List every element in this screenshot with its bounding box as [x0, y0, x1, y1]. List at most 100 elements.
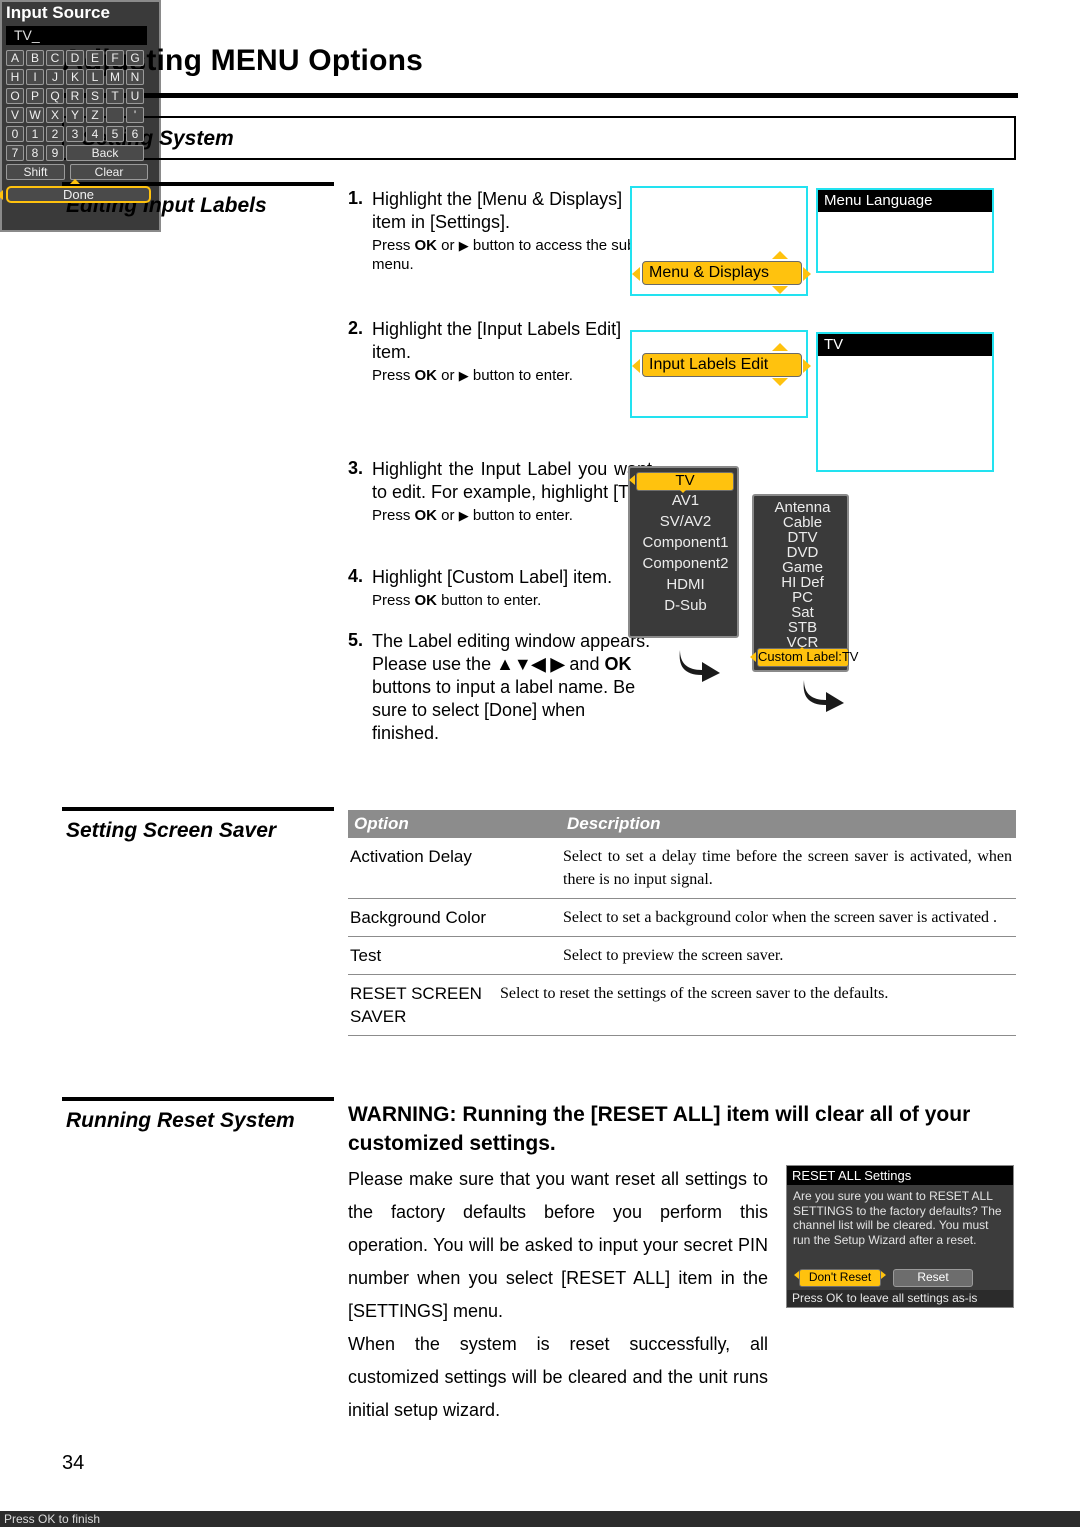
- input-list-item[interactable]: D-Sub: [630, 597, 741, 614]
- key-v[interactable]: V: [6, 107, 24, 123]
- key-e[interactable]: E: [86, 50, 104, 66]
- osd-input-labels-screen: Input Labels Edit: [630, 330, 811, 418]
- osd-tv-screen: TV: [816, 332, 994, 472]
- reset-button[interactable]: Reset: [893, 1269, 973, 1287]
- flow-arrow-icon: [679, 650, 720, 682]
- key-u[interactable]: U: [126, 88, 144, 104]
- key-r[interactable]: R: [66, 88, 84, 104]
- key-apostrophe[interactable]: ': [126, 107, 144, 123]
- key-0[interactable]: 0: [6, 126, 24, 142]
- key-g[interactable]: G: [126, 50, 144, 66]
- section-title-box: Setting System: [62, 116, 1016, 160]
- key-t[interactable]: T: [106, 88, 124, 104]
- key-7[interactable]: 7: [6, 145, 24, 161]
- key-back[interactable]: Back: [66, 145, 144, 161]
- key-o[interactable]: O: [6, 88, 24, 104]
- heading-text: Setting Screen Saver: [66, 819, 277, 842]
- key-5[interactable]: 5: [106, 126, 124, 142]
- key-m[interactable]: M: [106, 69, 124, 85]
- key-i[interactable]: I: [26, 69, 44, 85]
- left-arrow-icon: [632, 359, 640, 373]
- key-k[interactable]: K: [66, 69, 84, 85]
- key-h[interactable]: H: [6, 69, 24, 85]
- dialog-title: RESET ALL Settings: [787, 1166, 1013, 1185]
- input-list-item[interactable]: AV1: [630, 492, 741, 509]
- osd-title-menu-language: Menu Language: [818, 190, 992, 212]
- input-list-item[interactable]: SV/AV2: [630, 513, 741, 530]
- step-note: Press OK button to enter.: [372, 591, 652, 610]
- manual-page: Adjusting MENU Options Setting System Ed…: [0, 0, 1080, 1527]
- step-instruction: Highlight [Custom Label] item.: [372, 567, 613, 587]
- osd-highlight-input-labels-edit[interactable]: Input Labels Edit: [642, 353, 802, 377]
- left-arrow-icon: [750, 652, 756, 662]
- input-list-item[interactable]: Component1: [630, 534, 741, 551]
- left-arrow-icon: [629, 475, 635, 485]
- key-l[interactable]: L: [86, 69, 104, 85]
- step-number: 4.: [348, 566, 364, 586]
- key-b[interactable]: B: [26, 50, 44, 66]
- dialog-button-row: Don't Reset Reset: [794, 1269, 1009, 1287]
- note-prefix: Press: [372, 367, 415, 384]
- screen-saver-options-table: Option Description Activation Delay Sele…: [348, 810, 1016, 1036]
- keyboard-row: A B C D E F G: [6, 50, 144, 66]
- dialog-message: Are you sure you want to RESET ALL SETTI…: [793, 1189, 1002, 1247]
- key-c[interactable]: C: [46, 50, 64, 66]
- right-arrow-icon: ▶: [458, 368, 469, 383]
- note-prefix: Press: [372, 592, 415, 609]
- dont-reset-button[interactable]: Don't Reset: [799, 1269, 881, 1287]
- ok-key-label: OK: [414, 367, 438, 384]
- key-f[interactable]: F: [106, 50, 124, 66]
- osd-highlight-menu-displays[interactable]: Menu & Displays: [642, 261, 802, 285]
- key-6[interactable]: 6: [126, 126, 144, 142]
- key-1[interactable]: 1: [26, 126, 44, 142]
- column-header-description: Description: [567, 814, 661, 833]
- input-list-item[interactable]: Component2: [630, 555, 741, 572]
- input-list-item[interactable]: HDMI: [630, 576, 741, 593]
- warning-prefix: WARNING: Running: [348, 1103, 554, 1126]
- key-done[interactable]: Done: [6, 186, 151, 203]
- key-s[interactable]: S: [86, 88, 104, 104]
- cell-option: Activation Delay: [350, 847, 472, 866]
- table-header-row: Option Description: [348, 810, 1016, 838]
- step-note: Press OK or ▶ button to access the sub-m…: [372, 236, 652, 274]
- osd-title-tv: TV: [818, 334, 992, 356]
- key-2[interactable]: 2: [46, 126, 64, 142]
- key-j[interactable]: J: [46, 69, 64, 85]
- key-d[interactable]: D: [66, 50, 84, 66]
- key-z[interactable]: Z: [86, 107, 104, 123]
- key-3[interactable]: 3: [66, 126, 84, 142]
- reset-paragraph: Please make sure that you want reset all…: [348, 1169, 768, 1321]
- cell-description: Select to reset the settings of the scre…: [500, 985, 889, 1002]
- key-n[interactable]: N: [126, 69, 144, 85]
- table-row: RESET SCREEN SAVER Select to reset the s…: [348, 975, 1016, 1036]
- down-arrow-icon: [772, 286, 788, 294]
- cell-description: Select to set a background color when th…: [563, 909, 998, 926]
- step-number: 5.: [348, 630, 364, 650]
- key-w[interactable]: W: [26, 107, 44, 123]
- keyboard-text-field[interactable]: TV_: [6, 26, 147, 45]
- key-shift[interactable]: Shift: [6, 164, 65, 180]
- flow-arrow-icon: [803, 680, 844, 712]
- key-8[interactable]: 8: [26, 145, 44, 161]
- key-q[interactable]: Q: [46, 88, 64, 104]
- keyboard-row: O P Q R S T U: [6, 88, 144, 104]
- right-arrow-icon: [803, 359, 811, 373]
- cell-option: RESET SCREEN SAVER: [350, 984, 482, 1026]
- step-instruction: The Label editing window appears. Please…: [372, 630, 652, 745]
- key-x[interactable]: X: [46, 107, 64, 123]
- key-a[interactable]: A: [6, 50, 24, 66]
- left-arrow-icon: [794, 1271, 799, 1279]
- key-9[interactable]: 9: [46, 145, 64, 161]
- reset-paragraph: When the system is reset successfully, a…: [348, 1334, 768, 1420]
- key-clear[interactable]: Clear: [70, 164, 148, 180]
- osd-input-list: TV AV1 SV/AV2 Component1 Component2 HDMI…: [628, 466, 739, 638]
- key-space[interactable]: [106, 107, 124, 123]
- note-suffix: button to enter.: [468, 507, 573, 524]
- key-p[interactable]: P: [26, 88, 44, 104]
- key-4[interactable]: 4: [86, 126, 104, 142]
- note-prefix: Press: [372, 507, 415, 524]
- column-header-option: Option: [354, 814, 409, 833]
- key-y[interactable]: Y: [66, 107, 84, 123]
- right-arrow-icon: [803, 267, 811, 281]
- keyboard-row: Shift Clear: [6, 164, 148, 180]
